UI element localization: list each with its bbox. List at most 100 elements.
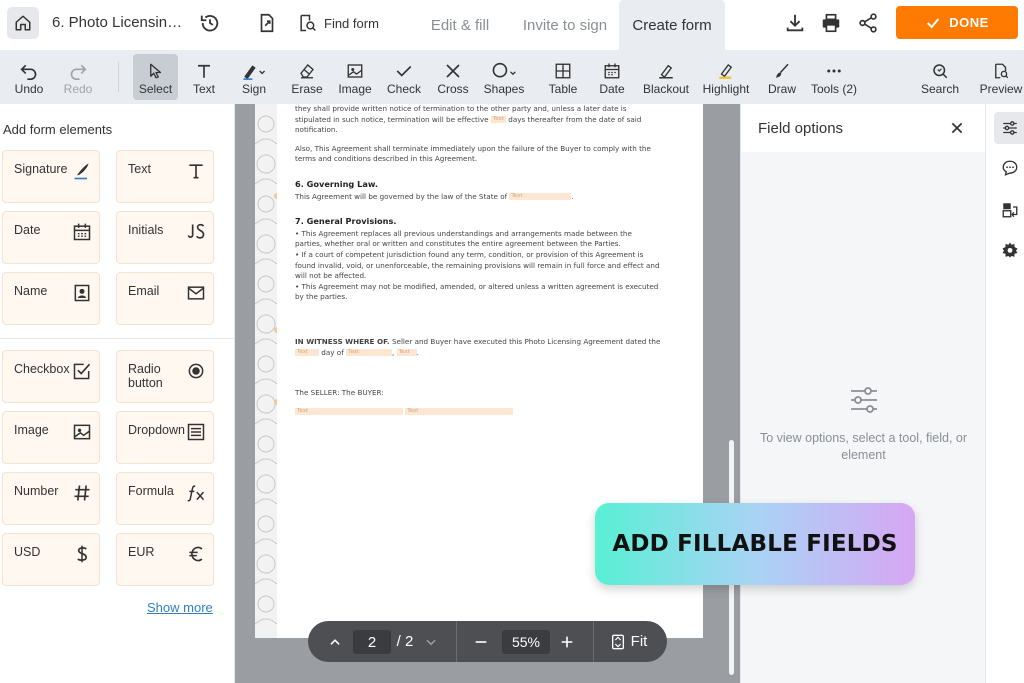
- chevron-up-icon: [330, 638, 340, 645]
- element-date[interactable]: Date: [2, 211, 100, 264]
- plus-icon: [561, 636, 573, 647]
- table-tool[interactable]: Table: [543, 54, 583, 100]
- seller-signature-field[interactable]: Text: [295, 408, 403, 416]
- zoom-in-button[interactable]: [556, 621, 578, 662]
- signature-fields: Text Text: [295, 407, 661, 418]
- text-field[interactable]: Text: [509, 193, 572, 201]
- element-eur[interactable]: EUR: [116, 533, 214, 586]
- table-icon: [555, 63, 571, 79]
- text-field[interactable]: Text: [346, 349, 393, 356]
- text-run: day of: [321, 347, 344, 357]
- settings-rail-button[interactable]: [994, 234, 1024, 266]
- page-number-input[interactable]: 2: [353, 630, 391, 654]
- element-image[interactable]: Image: [2, 411, 100, 464]
- fit-label: Fit: [630, 633, 648, 650]
- redo-icon: [70, 64, 87, 80]
- cross-icon: [446, 64, 460, 78]
- draw-tool[interactable]: Draw: [762, 54, 802, 100]
- select-tool[interactable]: Select: [133, 54, 178, 100]
- element-radio-button[interactable]: Radio button: [116, 350, 214, 403]
- hash-icon: [74, 485, 90, 501]
- radio-icon: [188, 363, 204, 379]
- tools-menu-button[interactable]: Tools (2): [808, 54, 860, 100]
- tool-label: Search: [920, 82, 960, 96]
- zoom-out-button[interactable]: [470, 621, 492, 662]
- erase-tool[interactable]: Erase: [287, 54, 327, 100]
- preview-button[interactable]: Preview: [978, 54, 1024, 100]
- contact-icon: [74, 284, 90, 302]
- tool-label: Select: [138, 82, 173, 96]
- highlight-tool[interactable]: Highlight: [700, 54, 752, 100]
- share-button[interactable]: [857, 12, 879, 34]
- paragraph: This Agreement will be governed by the l…: [295, 191, 574, 201]
- tab-edit-fill[interactable]: Edit & fill: [414, 0, 506, 50]
- tab-create-form[interactable]: Create form: [619, 0, 725, 50]
- print-button[interactable]: [820, 12, 842, 34]
- pages-rail-button[interactable]: [994, 194, 1024, 226]
- element-label: Number: [14, 484, 59, 498]
- element-checkbox[interactable]: Checkbox: [2, 350, 100, 403]
- show-more-link[interactable]: Show more: [147, 600, 213, 615]
- tool-label: Erase: [291, 82, 323, 96]
- find-form-button[interactable]: Find form: [297, 12, 379, 34]
- download-button[interactable]: [784, 12, 806, 34]
- shapes-tool[interactable]: Shapes: [481, 54, 527, 100]
- element-initials[interactable]: Initials: [116, 211, 214, 264]
- element-name[interactable]: Name: [2, 272, 100, 325]
- buyer-signature-field[interactable]: Text: [405, 408, 514, 416]
- element-usd[interactable]: USD: [2, 533, 100, 586]
- text-tool[interactable]: Text: [184, 54, 224, 100]
- element-formula[interactable]: Formula: [116, 472, 214, 525]
- history-button[interactable]: [199, 12, 221, 34]
- fit-button[interactable]: Fit: [606, 621, 652, 662]
- marker-icon: [659, 64, 673, 79]
- text-field[interactable]: Text: [396, 349, 417, 356]
- image-icon: [73, 424, 91, 440]
- tab-invite-to-sign[interactable]: Invite to sign: [511, 0, 619, 50]
- download-icon: [786, 14, 804, 32]
- find-form-icon: [300, 14, 316, 32]
- home-button[interactable]: [7, 7, 39, 39]
- bullet-item: • This Agreement replaces all previous u…: [295, 228, 632, 249]
- cross-tool[interactable]: Cross: [433, 54, 473, 100]
- element-label: Date: [14, 223, 41, 237]
- tool-label: Date: [599, 82, 625, 96]
- element-text[interactable]: Text: [116, 150, 214, 203]
- redo-button[interactable]: Redo: [57, 54, 99, 100]
- element-number[interactable]: Number: [2, 472, 100, 525]
- checkbox-icon: [73, 363, 91, 380]
- comments-rail-button[interactable]: [994, 152, 1024, 184]
- zoom-level[interactable]: 55%: [502, 630, 550, 654]
- circle-icon: [492, 62, 516, 78]
- sign-tool[interactable]: Sign: [230, 54, 278, 100]
- element-dropdown[interactable]: Dropdown: [116, 411, 214, 464]
- date-tool[interactable]: Date: [592, 54, 632, 100]
- dollar-icon: [77, 545, 88, 563]
- bullet-item: • If a court of competent jurisdiction f…: [295, 249, 660, 281]
- preview-icon: [995, 63, 1009, 79]
- document-content: they shall provide written notice of ter…: [295, 104, 661, 417]
- home-icon: [15, 15, 31, 31]
- document-viewer[interactable]: they shall provide written notice of ter…: [235, 104, 740, 683]
- promo-banner: ADD FILLABLE FIELDS: [595, 503, 915, 585]
- done-button[interactable]: DONE: [896, 6, 1018, 39]
- blackout-tool[interactable]: Blackout: [640, 54, 692, 100]
- prev-page-button[interactable]: [324, 621, 346, 662]
- search-button[interactable]: Search: [918, 54, 962, 100]
- element-signature[interactable]: Signature: [2, 150, 100, 203]
- text-field[interactable]: Text: [295, 349, 319, 356]
- image-tool[interactable]: Image: [335, 54, 375, 100]
- field-options-rail-button[interactable]: [994, 112, 1024, 144]
- document-title[interactable]: 6. Photo Licensing Agreement: [52, 14, 184, 31]
- export-button[interactable]: [256, 12, 278, 34]
- element-email[interactable]: Email: [116, 272, 214, 325]
- next-page-button[interactable]: [421, 621, 441, 662]
- envelope-icon: [187, 286, 205, 300]
- close-icon[interactable]: [949, 120, 965, 136]
- undo-button[interactable]: Undo: [8, 54, 50, 100]
- comment-icon: [1002, 160, 1018, 176]
- text-field[interactable]: Text: [490, 116, 506, 124]
- file-export-icon: [260, 13, 274, 33]
- check-tool[interactable]: Check: [384, 54, 424, 100]
- tool-label: Highlight: [702, 82, 750, 96]
